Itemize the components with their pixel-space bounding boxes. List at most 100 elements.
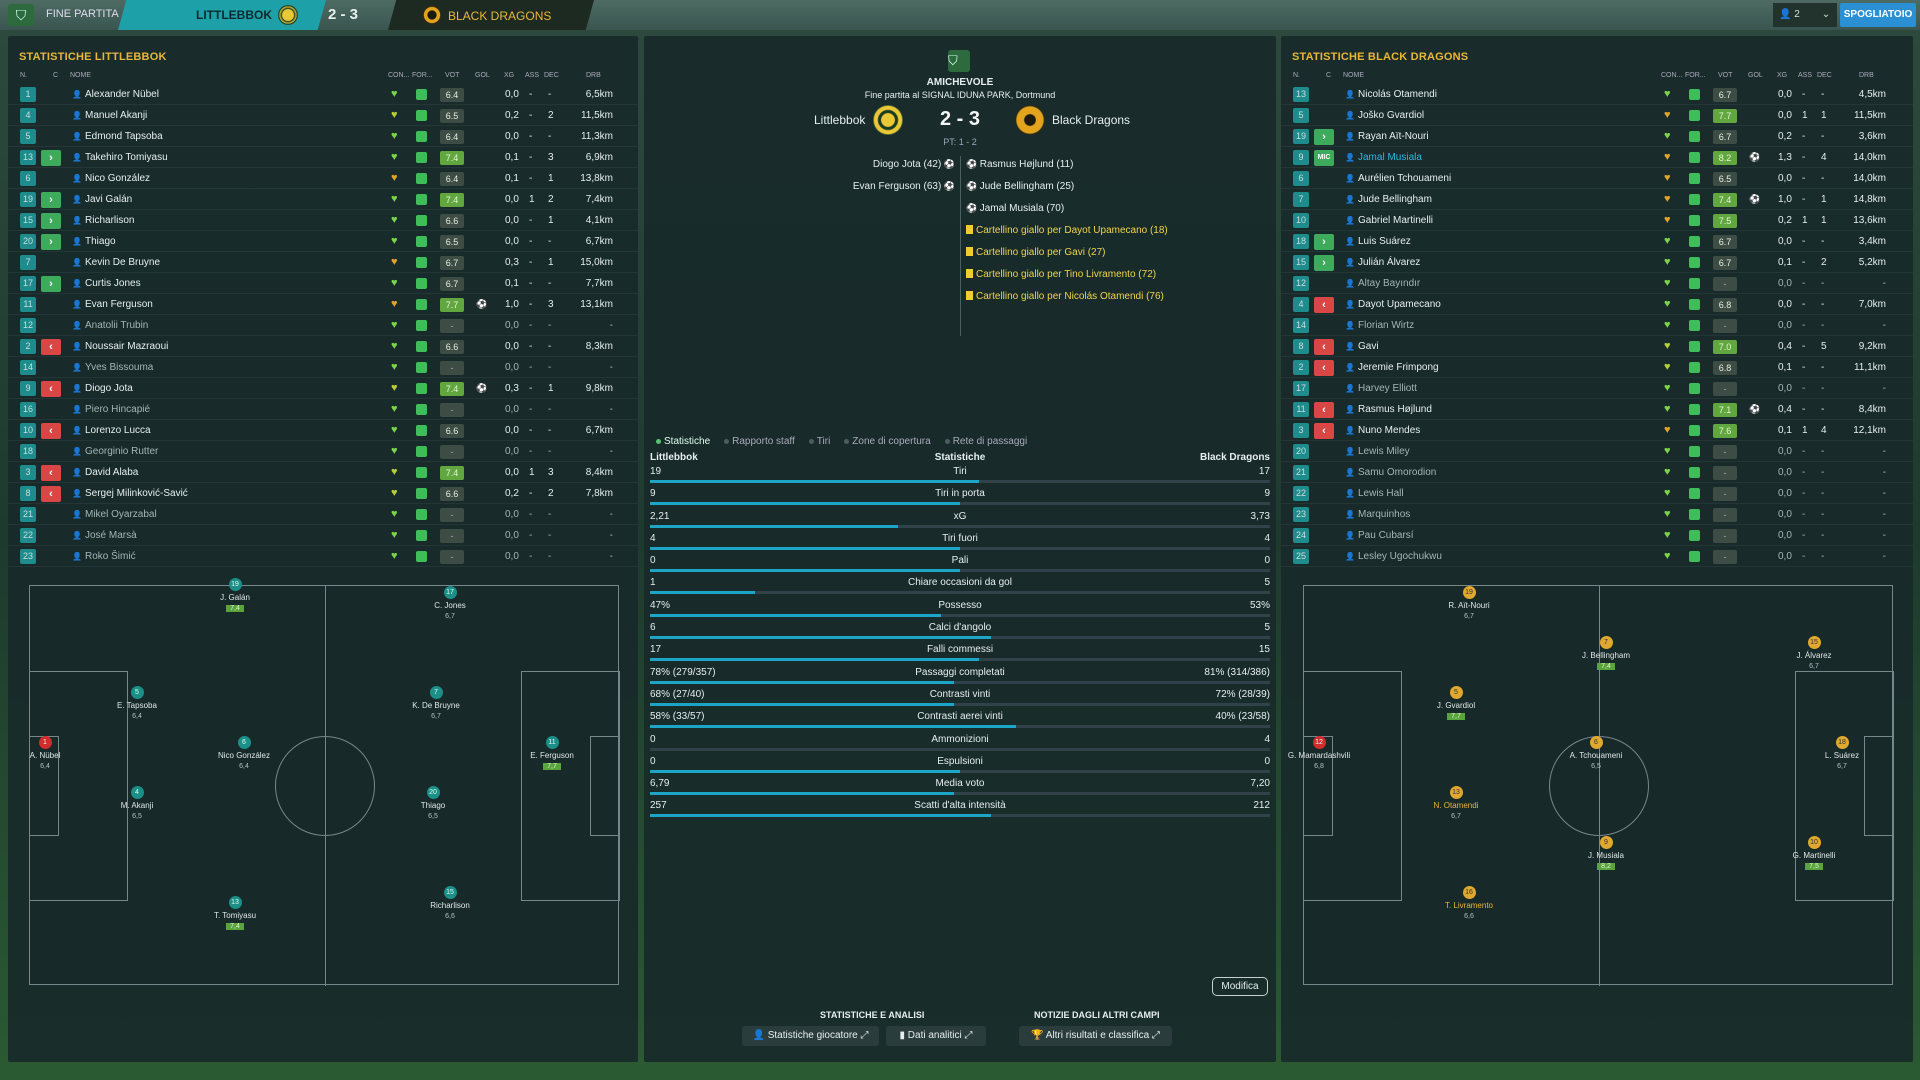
player-row[interactable]: 19 › 👤 Rayan Aït-Nouri ♥ 6.7 0,2- -3,6km (1281, 126, 1913, 147)
player-name[interactable]: Lesley Ugochukwu (1358, 551, 1442, 562)
player-row[interactable]: 15 › 👤 Richarlison ♥ 6.6 0,0- 1 4,1km (8, 210, 638, 231)
col-assists[interactable]: ASS (525, 72, 539, 79)
col-condition[interactable]: CON... (1661, 72, 1682, 79)
player-row[interactable]: 23 👤 Roko Šimić ♥ -0,0- - - (8, 546, 638, 567)
player-name[interactable]: Thiago (85, 236, 116, 247)
pitch-player[interactable]: 5 E. Tapsoba 6,4 (97, 686, 177, 721)
player-row[interactable]: 20 › 👤 Thiago ♥ 6.5 0,0- -6,7km (8, 231, 638, 252)
col-change[interactable]: C (1326, 72, 1331, 79)
player-row[interactable]: 11 👤 Evan Ferguson ♥ 7.7 ⚽ 1,0- 3 13,1km (8, 294, 638, 315)
player-name[interactable]: Nico González (85, 173, 150, 184)
col-goals[interactable]: GOL (475, 72, 490, 79)
pitch-player[interactable]: 4 M. Akanji 6,5 (97, 786, 177, 821)
player-name[interactable]: Takehiro Tomiyasu (85, 152, 168, 163)
col-xg[interactable]: XG (1777, 72, 1787, 79)
player-row[interactable]: 9 ‹ 👤 Diogo Jota ♥ 7.4 ⚽ 0,3- 1 9,8km (8, 378, 638, 399)
tab-statistiche[interactable]: Statistiche (656, 436, 710, 447)
player-row[interactable]: 21 👤 Mikel Oyarzabal ♥ -0,0- - - (8, 504, 638, 525)
player-name[interactable]: Luis Suárez (1358, 236, 1411, 247)
col-distance[interactable]: DRB (1859, 72, 1874, 79)
col-num[interactable]: N. (20, 72, 27, 79)
player-row[interactable]: 17 › 👤 Curtis Jones ♥ 6.7 0,1- -7,7km (8, 273, 638, 294)
player-name[interactable]: Rasmus Højlund (1358, 404, 1432, 415)
player-name[interactable]: Diogo Jota (85, 383, 133, 394)
player-row[interactable]: 12 👤 Altay Bayındır ♥ -0,0- - - (1281, 273, 1913, 294)
player-row[interactable]: 18 › 👤 Luis Suárez ♥ 6.7 0,0- -3,4km (1281, 231, 1913, 252)
player-stats-button[interactable]: 👤 Statistiche giocatore ⤢ (742, 1026, 879, 1046)
player-row[interactable]: 25 👤 Lesley Ugochukwu ♥ -0,0- - - (1281, 546, 1913, 567)
player-name[interactable]: Yves Bissouma (85, 362, 153, 373)
player-name[interactable]: Jude Bellingham (1358, 194, 1432, 205)
pitch-player[interactable]: 9 J. Musiala 8,2 (1566, 836, 1646, 871)
player-row[interactable]: 8 ‹ 👤 Sergej Milinković-Savić ♥ 6.6 0,2- 2 7,8km (8, 483, 638, 504)
player-name[interactable]: Richarlison (85, 215, 134, 226)
analytics-button[interactable]: ▮ Dati analitici ⤢ (886, 1026, 986, 1046)
col-num[interactable]: N. (1293, 72, 1300, 79)
player-name[interactable]: Curtis Jones (85, 278, 141, 289)
player-row[interactable]: 23 👤 Marquinhos ♥ -0,0- - - (1281, 504, 1913, 525)
pitch-player[interactable]: 7 J. Bellingham 7,4 (1566, 636, 1646, 671)
col-condition[interactable]: CON... (388, 72, 409, 79)
player-row[interactable]: 14 👤 Florian Wirtz ♥ -0,0- - - (1281, 315, 1913, 336)
player-row[interactable]: 7 👤 Kevin De Bruyne ♥ 6.7 0,3- 1 15,0km (8, 252, 638, 273)
player-row[interactable]: 10 ‹ 👤 Lorenzo Lucca ♥ 6.6 0,0- -6,7km (8, 420, 638, 441)
chevron-down-icon[interactable]: ⌄ (1815, 3, 1837, 27)
pitch-player[interactable]: 18 L. Suárez 6,7 (1802, 736, 1882, 771)
match-away-team[interactable]: Black Dragons (1052, 113, 1130, 127)
player-name[interactable]: Julián Álvarez (1358, 257, 1420, 268)
pitch-player[interactable]: 20 Thiago 6,5 (393, 786, 473, 821)
player-name[interactable]: Gavi (1358, 341, 1379, 352)
pitch-player[interactable]: 10 G. Martinelli 7,5 (1774, 836, 1854, 871)
tab-rete-di-passaggi[interactable]: Rete di passaggi (944, 436, 1027, 447)
notifications-button[interactable]: 👤 2 (1773, 3, 1815, 27)
player-row[interactable]: 24 👤 Pau Cubarsí ♥ -0,0- - - (1281, 525, 1913, 546)
player-row[interactable]: 6 👤 Aurélien Tchouameni ♥ 6.5 0,0- -14,0km (1281, 168, 1913, 189)
col-rating[interactable]: VOT (1718, 72, 1732, 79)
player-row[interactable]: 1 👤 Alexander Nübel ♥ 6.4 0,0- -6,5km (8, 84, 638, 105)
player-row[interactable]: 5 👤 Edmond Tapsoba ♥ 6.4 0,0- -11,3km (8, 126, 638, 147)
pitch-player[interactable]: 17 C. Jones 6,7 (410, 586, 490, 621)
player-row[interactable]: 12 👤 Anatolii Trubin ♥ -0,0- - - (8, 315, 638, 336)
player-name[interactable]: Manuel Akanji (85, 110, 147, 121)
player-row[interactable]: 2 ‹ 👤 Noussair Mazraoui ♥ 6.6 0,0- -8,3km (8, 336, 638, 357)
player-name[interactable]: Jeremie Frimpong (1358, 362, 1439, 373)
player-name[interactable]: Noussair Mazraoui (85, 341, 168, 352)
player-name[interactable]: Altay Bayındır (1358, 278, 1420, 289)
col-name[interactable]: NOME (1343, 72, 1364, 79)
pitch-player[interactable]: 13 N. Otamendi 6,7 (1416, 786, 1496, 821)
player-name[interactable]: Gabriel Martinelli (1358, 215, 1433, 226)
player-name[interactable]: Joško Gvardiol (1358, 110, 1424, 121)
pitch-player[interactable]: 15 Richarlison 6,6 (410, 886, 490, 921)
player-row[interactable]: 18 👤 Georginio Rutter ♥ -0,0- - - (8, 441, 638, 462)
player-row[interactable]: 9 MIC 👤 Jamal Musiala ♥ 8.2 ⚽ 1,3- 4 14,0km (1281, 147, 1913, 168)
col-form[interactable]: FOR... (1685, 72, 1706, 79)
player-name[interactable]: Roko Šimić (85, 551, 136, 562)
pitch-player[interactable]: 13 T. Tomiyasu 7,4 (195, 896, 275, 931)
player-name[interactable]: Alexander Nübel (85, 89, 159, 100)
game-logo-icon[interactable]: ⛉ (8, 4, 34, 26)
col-goals[interactable]: GOL (1748, 72, 1763, 79)
player-name[interactable]: Jamal Musiala (1358, 152, 1422, 163)
player-row[interactable]: 20 👤 Lewis Miley ♥ -0,0- - - (1281, 441, 1913, 462)
player-name[interactable]: Florian Wirtz (1358, 320, 1414, 331)
tab-tiri[interactable]: Tiri (808, 436, 830, 447)
col-assists[interactable]: ASS (1798, 72, 1812, 79)
col-xg[interactable]: XG (504, 72, 514, 79)
player-name[interactable]: Aurélien Tchouameni (1358, 173, 1451, 184)
player-row[interactable]: 16 👤 Piero Hincapié ♥ -0,0- - - (8, 399, 638, 420)
player-name[interactable]: Lewis Miley (1358, 446, 1410, 457)
player-row[interactable]: 21 👤 Samu Omorodion ♥ -0,0- - - (1281, 462, 1913, 483)
pitch-player[interactable]: 19 R. Aït-Nouri 6,7 (1429, 586, 1509, 621)
pitch-player[interactable]: 6 A. Tchouameni 6,5 (1556, 736, 1636, 771)
player-row[interactable]: 13 › 👤 Takehiro Tomiyasu ♥ 7.4 0,1- 3 6,9km (8, 147, 638, 168)
player-row[interactable]: 3 ‹ 👤 Nuno Mendes ♥ 7.6 0,1 1 4 12,1km (1281, 420, 1913, 441)
player-row[interactable]: 8 ‹ 👤 Gavi ♥ 7.0 0,4- 5 9,2km (1281, 336, 1913, 357)
col-form[interactable]: FOR... (412, 72, 433, 79)
player-name[interactable]: Samu Omorodion (1358, 467, 1436, 478)
player-name[interactable]: Sergej Milinković-Savić (85, 488, 188, 499)
player-row[interactable]: 5 👤 Joško Gvardiol ♥ 7.7 0,0 1 1 11,5km (1281, 105, 1913, 126)
pitch-player[interactable]: 12 G. Mamardashvili 6,8 (1279, 736, 1359, 771)
pitch-player[interactable]: 19 J. Galán 7,4 (195, 578, 275, 613)
player-name[interactable]: Kevin De Bruyne (85, 257, 160, 268)
player-name[interactable]: Nuno Mendes (1358, 425, 1420, 436)
